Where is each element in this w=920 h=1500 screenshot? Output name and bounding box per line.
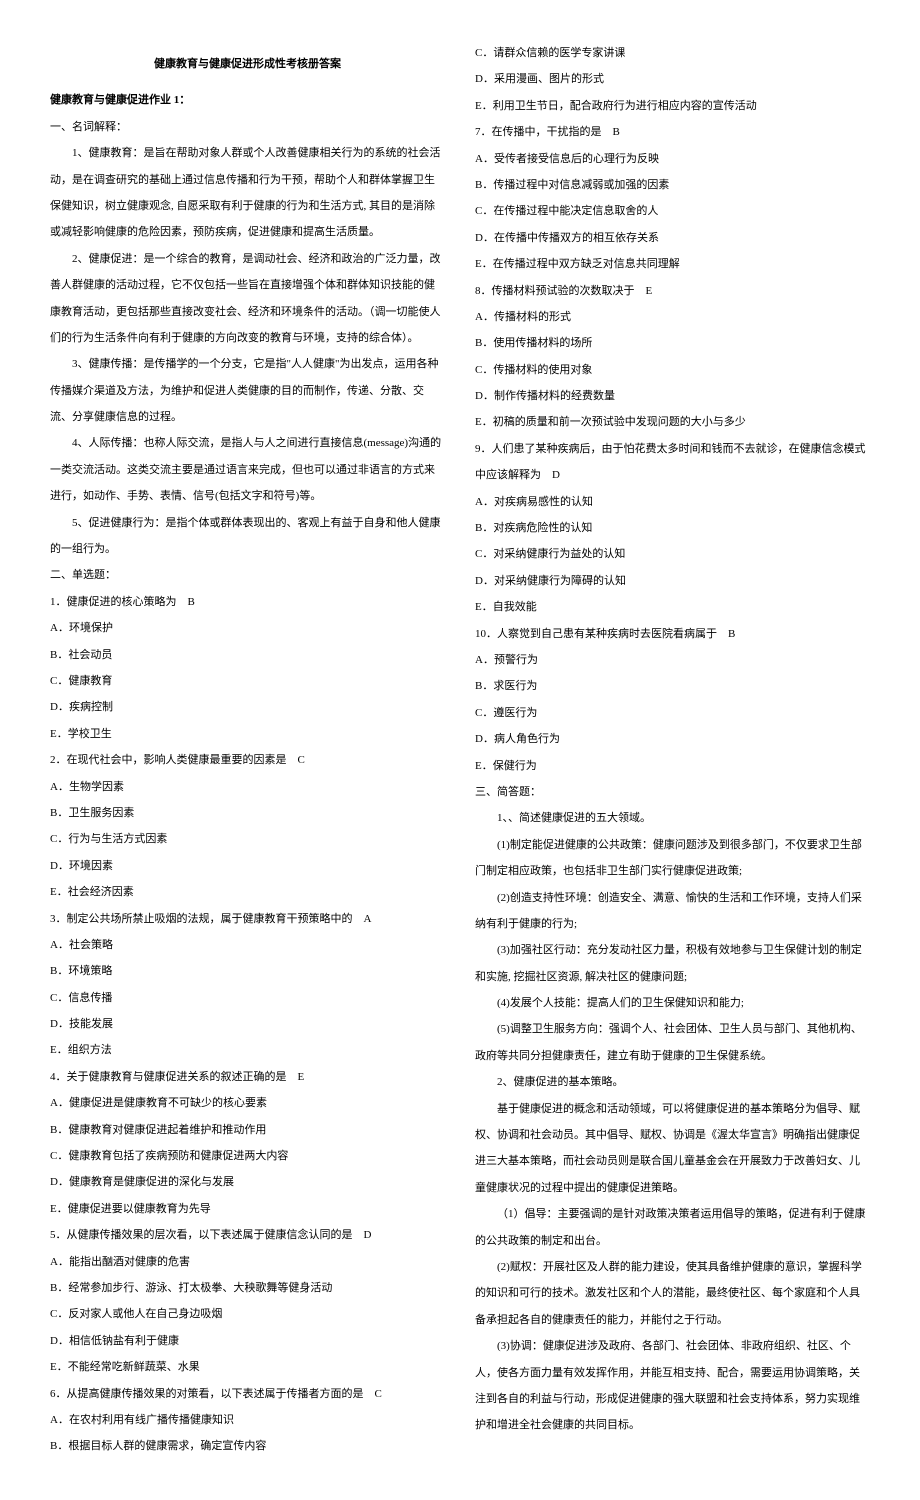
q5-option-a: A．能指出酗酒对健康的危害 [50, 1249, 445, 1275]
sa1-item-2: (2)创造支持性环境：创造安全、满意、愉快的生活和工作环境，支持人们采纳有利于健… [475, 885, 870, 938]
q9-option-b: B．对疾病危险性的认知 [475, 515, 870, 541]
sa2-item-1: （1）倡导：主要强调的是针对政策决策者运用倡导的策略，促进有利于健康的公共政策的… [475, 1201, 870, 1254]
q9-stem: 9．人们患了某种疾病后，由于怕花费太多时间和钱而不去就诊，在健康信念模式中应该解… [475, 436, 870, 489]
q5-option-d: D．相信低钠盐有利于健康 [50, 1328, 445, 1354]
q7-option-c: C．在传播过程中能决定信息取舍的人 [475, 198, 870, 224]
q6-option-a: A．在农村利用有线广播传播健康知识 [50, 1407, 445, 1433]
q7-stem: 7．在传播中，干扰指的是 B [475, 119, 870, 145]
q10-option-d: D．病人角色行为 [475, 726, 870, 752]
q9-option-a: A．对疾病易感性的认知 [475, 489, 870, 515]
sa1-item-5: (5)调整卫生服务方向：强调个人、社会团体、卫生人员与部门、其他机构、政府等共同… [475, 1016, 870, 1069]
assignment-heading: 健康教育与健康促进作业 1： [50, 87, 445, 113]
q1-option-e: E．学校卫生 [50, 721, 445, 747]
q7-option-b: B．传播过程中对信息减弱或加强的因素 [475, 172, 870, 198]
sa1-item-1: (1)制定能促进健康的公共政策：健康问题涉及到很多部门，不仅要求卫生部门制定相应… [475, 832, 870, 885]
q9-option-c: C．对采纳健康行为益处的认知 [475, 541, 870, 567]
q9-option-d: D．对采纳健康行为障碍的认知 [475, 568, 870, 594]
q10-option-e: E．保健行为 [475, 753, 870, 779]
q4-option-c: C．健康教育包括了疾病预防和健康促进两大内容 [50, 1143, 445, 1169]
q2-option-c: C．行为与生活方式因素 [50, 826, 445, 852]
q6-option-e: E．利用卫生节日，配合政府行为进行相应内容的宣传活动 [475, 93, 870, 119]
q8-option-e: E．初稿的质量和前一次预试验中发现问题的大小与多少 [475, 409, 870, 435]
q3-option-b: B．环境策略 [50, 958, 445, 984]
q5-stem: 5．从健康传播效果的层次看，以下表述属于健康信念认同的是 D [50, 1222, 445, 1248]
q3-option-e: E．组织方法 [50, 1037, 445, 1063]
q2-option-e: E．社会经济因素 [50, 879, 445, 905]
q10-option-b: B．求医行为 [475, 673, 870, 699]
q6-stem: 6．从提高健康传播效果的对策看，以下表述属于传播者方面的是 C [50, 1381, 445, 1407]
q8-stem: 8．传播材料预试验的次数取决于 E [475, 278, 870, 304]
q9-option-e: E．自我效能 [475, 594, 870, 620]
q2-option-d: D．环境因素 [50, 853, 445, 879]
q2-option-a: A．生物学因素 [50, 774, 445, 800]
q5-option-e: E．不能经常吃新鲜蔬菜、水果 [50, 1354, 445, 1380]
q4-option-b: B．健康教育对健康促进起着维护和推动作用 [50, 1117, 445, 1143]
sa1-item-4: (4)发展个人技能：提高人们的卫生保健知识和能力; [475, 990, 870, 1016]
q7-option-e: E．在传播过程中双方缺乏对信息共同理解 [475, 251, 870, 277]
q8-option-b: B．使用传播材料的场所 [475, 330, 870, 356]
sa1-title: 1、、简述健康促进的五大领域。 [475, 805, 870, 831]
q2-stem: 2．在现代社会中，影响人类健康最重要的因素是 C [50, 747, 445, 773]
definition-5: 5、促进健康行为：是指个体或群体表现出的、客观上有益于自身和他人健康的一组行为。 [50, 510, 445, 563]
q7-option-d: D．在传播中传播双方的相互依存关系 [475, 225, 870, 251]
section-1-heading: 一、名词解释： [50, 114, 445, 140]
q3-option-c: C．信息传播 [50, 985, 445, 1011]
q10-option-a: A．预警行为 [475, 647, 870, 673]
q4-option-a: A．健康促进是健康教育不可缺少的核心要素 [50, 1090, 445, 1116]
q1-option-b: B．社会动员 [50, 642, 445, 668]
definition-4: 4、人际传播：也称人际交流，是指人与人之间进行直接信息(message)沟通的一… [50, 430, 445, 509]
q4-stem: 4．关于健康教育与健康促进关系的叙述正确的是 E [50, 1064, 445, 1090]
q4-option-e: E．健康促进要以健康教育为先导 [50, 1196, 445, 1222]
q8-option-a: A．传播材料的形式 [475, 304, 870, 330]
q1-option-c: C．健康教育 [50, 668, 445, 694]
definition-2: 2、健康促进：是一个综合的教育，是调动社会、经济和政治的广泛力量，改善人群健康的… [50, 246, 445, 352]
q5-option-c: C．反对家人或他人在自己身边吸烟 [50, 1301, 445, 1327]
q10-stem: 10．人察觉到自己患有某种疾病时去医院看病属于 B [475, 621, 870, 647]
q5-option-b: B．经常参加步行、游泳、打太极拳、大秧歌舞等健身活动 [50, 1275, 445, 1301]
q3-option-a: A．社会策略 [50, 932, 445, 958]
section-2-heading: 二、单选题： [50, 562, 445, 588]
q6-option-b: B．根据目标人群的健康需求，确定宣传内容 [50, 1433, 445, 1459]
q6-option-c: C．请群众信赖的医学专家讲课 [475, 40, 870, 66]
q6-option-d: D．采用漫画、图片的形式 [475, 66, 870, 92]
q4-option-d: D．健康教育是健康促进的深化与发展 [50, 1169, 445, 1195]
definition-1: 1、健康教育：是旨在帮助对象人群或个人改善健康相关行为的系统的社会活动，是在调查… [50, 140, 445, 246]
sa2-title: 2、健康促进的基本策略。 [475, 1069, 870, 1095]
definition-3: 3、健康传播：是传播学的一个分支，它是指"人人健康"为出发点，运用各种传播媒介渠… [50, 351, 445, 430]
q1-option-a: A．环境保护 [50, 615, 445, 641]
q1-option-d: D．疾病控制 [50, 694, 445, 720]
q3-stem: 3．制定公共场所禁止吸烟的法规，属于健康教育干预策略中的 A [50, 906, 445, 932]
sa1-item-3: (3)加强社区行动：充分发动社区力量，积极有效地参与卫生保健计划的制定和实施, … [475, 937, 870, 990]
q3-option-d: D．技能发展 [50, 1011, 445, 1037]
sa2-item-3: (3)协调：健康促进涉及政府、各部门、社会团体、非政府组织、社区、个人，使各方面… [475, 1333, 870, 1439]
q7-option-a: A．受传者接受信息后的心理行为反映 [475, 146, 870, 172]
section-3-heading: 三、简答题： [475, 779, 870, 805]
q8-option-d: D．制作传播材料的经费数量 [475, 383, 870, 409]
sa2-intro: 基于健康促进的概念和活动领域，可以将健康促进的基本策略分为倡导、赋权、协调和社会… [475, 1096, 870, 1202]
q1-stem: 1．健康促进的核心策略为 B [50, 589, 445, 615]
q8-option-c: C．传播材料的使用对象 [475, 357, 870, 383]
doc-title: 健康教育与健康促进形成性考核册答案 [50, 51, 445, 77]
sa2-item-2: (2)赋权：开展社区及人群的能力建设，使其具备维护健康的意识，掌握科学的知识和可… [475, 1254, 870, 1333]
q2-option-b: B．卫生服务因素 [50, 800, 445, 826]
q10-option-c: C．遵医行为 [475, 700, 870, 726]
